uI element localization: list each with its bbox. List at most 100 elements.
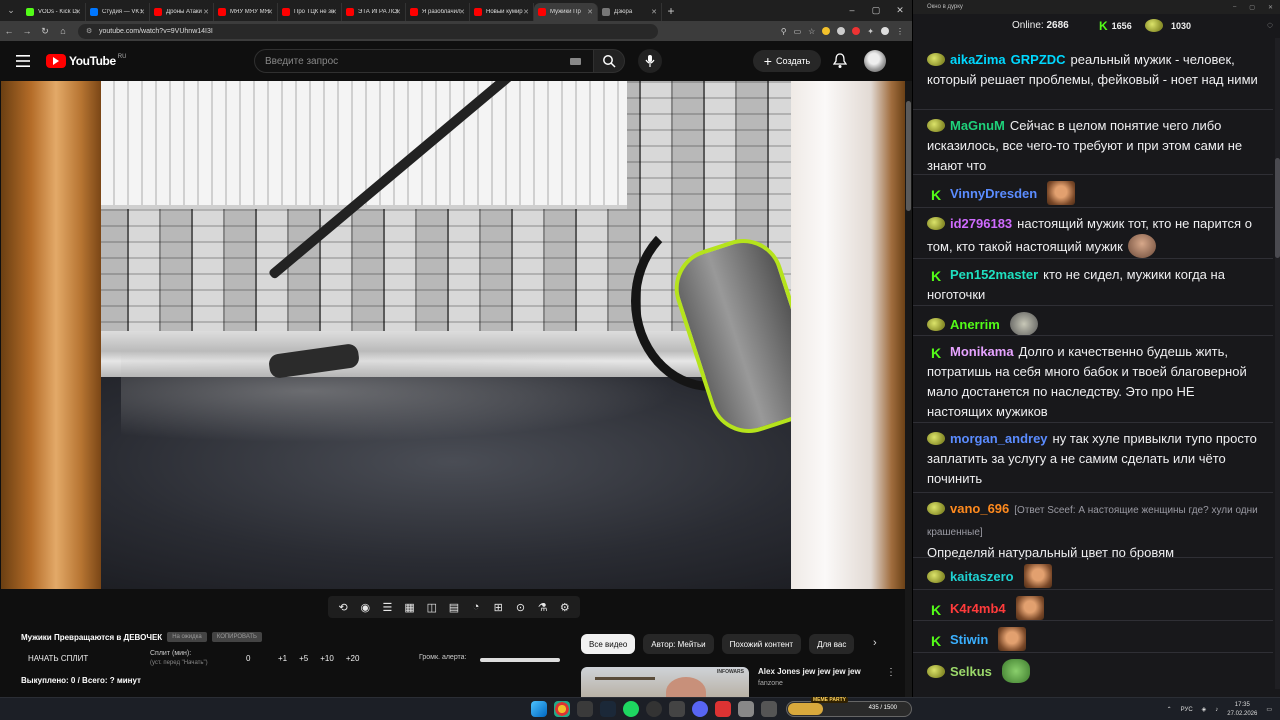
related-video-thumbnail[interactable]: INFOWARS bbox=[581, 667, 749, 697]
close-icon[interactable]: ✕ bbox=[888, 5, 912, 16]
tab-close-icon[interactable]: ✕ bbox=[75, 8, 81, 16]
tab-close-icon[interactable]: ✕ bbox=[203, 8, 209, 16]
menu-icon[interactable] bbox=[0, 55, 46, 67]
audio-icon[interactable]: ◉ bbox=[358, 600, 372, 614]
tab-close-icon[interactable]: ✕ bbox=[331, 8, 337, 16]
tab-search-icon[interactable]: ⌄ bbox=[0, 0, 22, 21]
filter-chip[interactable]: Похожий контент bbox=[721, 634, 802, 654]
start-split-button[interactable]: НАЧАТЬ СПЛИТ bbox=[28, 654, 88, 663]
tab-close-icon[interactable]: ✕ bbox=[139, 8, 145, 16]
forward-icon[interactable]: → bbox=[18, 26, 36, 36]
add-frame-icon[interactable]: ⊞ bbox=[491, 600, 505, 614]
chat-username[interactable]: Selkus bbox=[950, 664, 992, 679]
maximize-icon[interactable]: ▢ bbox=[1249, 4, 1255, 11]
notifications-button[interactable] bbox=[831, 52, 849, 70]
chat-username[interactable]: VinnyDresden bbox=[950, 186, 1037, 201]
chat-mention[interactable]: GRPZDC bbox=[1011, 52, 1066, 67]
clock[interactable]: 17:35 27.02.2026 bbox=[1227, 701, 1257, 719]
app-icon[interactable] bbox=[715, 701, 731, 717]
split-minutes-value[interactable]: 0 bbox=[246, 654, 250, 663]
more-menu-icon[interactable]: ⋮ bbox=[896, 27, 904, 36]
chat-username[interactable]: MaGnuM bbox=[950, 118, 1005, 133]
related-video-channel[interactable]: fanzone bbox=[758, 680, 783, 687]
tray-chevron-icon[interactable]: ⌃ bbox=[1167, 706, 1172, 713]
maximize-icon[interactable]: ▢ bbox=[864, 5, 888, 16]
speed-icon[interactable]: ◔ bbox=[469, 600, 483, 614]
minimize-icon[interactable]: – bbox=[1233, 4, 1236, 11]
chat-message-list[interactable]: aikaZima GRPZDC реальный мужик - человек, … bbox=[913, 38, 1275, 689]
filter-chip[interactable]: Для вас bbox=[809, 634, 855, 654]
increment-5-button[interactable]: +5 bbox=[299, 654, 308, 663]
screenshot-icon[interactable]: ⊙ bbox=[513, 600, 527, 614]
chevron-right-icon[interactable]: › bbox=[873, 637, 877, 649]
site-info-icon[interactable]: ⚙ bbox=[86, 27, 94, 35]
youtube-logo[interactable]: YouTube RU bbox=[46, 54, 126, 68]
language-indicator[interactable]: РУС bbox=[1181, 707, 1193, 713]
app-icon[interactable] bbox=[669, 701, 685, 717]
start-menu-icon[interactable] bbox=[531, 701, 547, 717]
close-icon[interactable]: ✕ bbox=[1268, 4, 1273, 11]
related-video-title[interactable]: Alex Jones jew jew jew jew bbox=[758, 667, 861, 676]
extension-icon[interactable] bbox=[837, 27, 846, 35]
flask-icon[interactable]: ⚗ bbox=[536, 600, 550, 614]
clip-icon[interactable]: ▦ bbox=[403, 600, 417, 614]
no-wait-button[interactable]: На ожидка bbox=[167, 632, 207, 642]
tab-close-icon[interactable]: ✕ bbox=[587, 8, 593, 16]
chat-username[interactable]: id2796183 bbox=[950, 216, 1012, 231]
back-icon[interactable]: ← bbox=[0, 26, 18, 36]
search-page-icon[interactable]: ⚲ bbox=[781, 27, 787, 36]
browser-tab[interactable]: Новый кумир ✕ bbox=[470, 3, 534, 21]
tab-close-icon[interactable]: ✕ bbox=[651, 8, 657, 16]
tab-close-icon[interactable]: ✕ bbox=[459, 8, 465, 16]
network-icon[interactable]: ◈ bbox=[1202, 706, 1207, 713]
extension-icon[interactable] bbox=[822, 27, 831, 35]
steam-icon[interactable] bbox=[600, 701, 616, 717]
chat-scrollbar[interactable] bbox=[1275, 38, 1280, 689]
chat-username[interactable]: vano_696 bbox=[950, 501, 1009, 516]
picture-in-picture-icon[interactable]: ◫ bbox=[425, 600, 439, 614]
playlist-icon[interactable]: ☰ bbox=[380, 600, 394, 614]
browser-tab[interactable]: Про ТЦК не зна ✕ bbox=[278, 3, 342, 21]
chrome-icon[interactable] bbox=[554, 701, 570, 717]
browser-tab[interactable]: Студия — VK Live✕ bbox=[86, 3, 150, 21]
increment-1-button[interactable]: +1 bbox=[278, 654, 287, 663]
tab-close-icon[interactable]: ✕ bbox=[267, 8, 273, 16]
chat-username[interactable]: aikaZima bbox=[950, 52, 1006, 67]
chat-username[interactable]: Monikama bbox=[950, 344, 1014, 359]
increment-10-button[interactable]: +10 bbox=[320, 654, 334, 663]
bookmark-star-icon[interactable]: ☆ bbox=[808, 27, 815, 36]
increment-20-button[interactable]: +20 bbox=[346, 654, 360, 663]
more-actions-icon[interactable]: ⋮ bbox=[886, 667, 896, 678]
chat-username[interactable]: Stiwin bbox=[950, 632, 988, 647]
obs-icon[interactable] bbox=[646, 701, 662, 717]
chat-username[interactable]: Anerrim bbox=[950, 317, 1000, 332]
tab-close-icon[interactable]: ✕ bbox=[395, 8, 401, 16]
tab-close-icon[interactable]: ✕ bbox=[523, 8, 529, 16]
loop-icon[interactable]: ⟲ bbox=[336, 600, 350, 614]
page-scrollbar[interactable] bbox=[905, 81, 912, 697]
reload-icon[interactable]: ↻ bbox=[36, 26, 54, 37]
search-input[interactable]: Введите запрос bbox=[254, 49, 594, 73]
settings-icon[interactable]: ◌ bbox=[1267, 20, 1273, 31]
browser-tab[interactable]: ЭТА ИГРА ЛОМ ✕ bbox=[342, 3, 406, 21]
profile-icon[interactable] bbox=[881, 27, 889, 35]
create-button[interactable]: + Создать bbox=[753, 50, 821, 72]
cinema-icon[interactable]: ▤ bbox=[447, 600, 461, 614]
minimize-icon[interactable]: – bbox=[840, 5, 864, 16]
browser-tab[interactable]: МЯУ МЯУ МЯУ ✕ bbox=[214, 3, 278, 21]
chat-username[interactable]: kaitaszero bbox=[950, 569, 1014, 584]
extension-icon[interactable] bbox=[852, 27, 861, 35]
browser-tab[interactable]: Я разоблачил ✕ bbox=[406, 3, 470, 21]
discord-icon[interactable] bbox=[692, 701, 708, 717]
copy-button[interactable]: КОПИРОВАТЬ bbox=[211, 632, 262, 642]
home-icon[interactable]: ⌂ bbox=[54, 26, 72, 36]
browser-tab[interactable]: Дроны Атаки ✕ bbox=[150, 3, 214, 21]
app-icon[interactable] bbox=[577, 701, 593, 717]
chat-username[interactable]: morgan_andrey bbox=[950, 431, 1048, 446]
chat-username[interactable]: K4r4mb4 bbox=[950, 601, 1006, 616]
voice-search-button[interactable] bbox=[638, 49, 662, 73]
spotify-icon[interactable] bbox=[623, 701, 639, 717]
settings-gear-icon[interactable]: ⚙ bbox=[558, 600, 572, 614]
search-button[interactable] bbox=[593, 49, 625, 73]
url-field[interactable]: ⚙ youtube.com/watch?v=9VUhnw14I3I bbox=[78, 23, 658, 39]
